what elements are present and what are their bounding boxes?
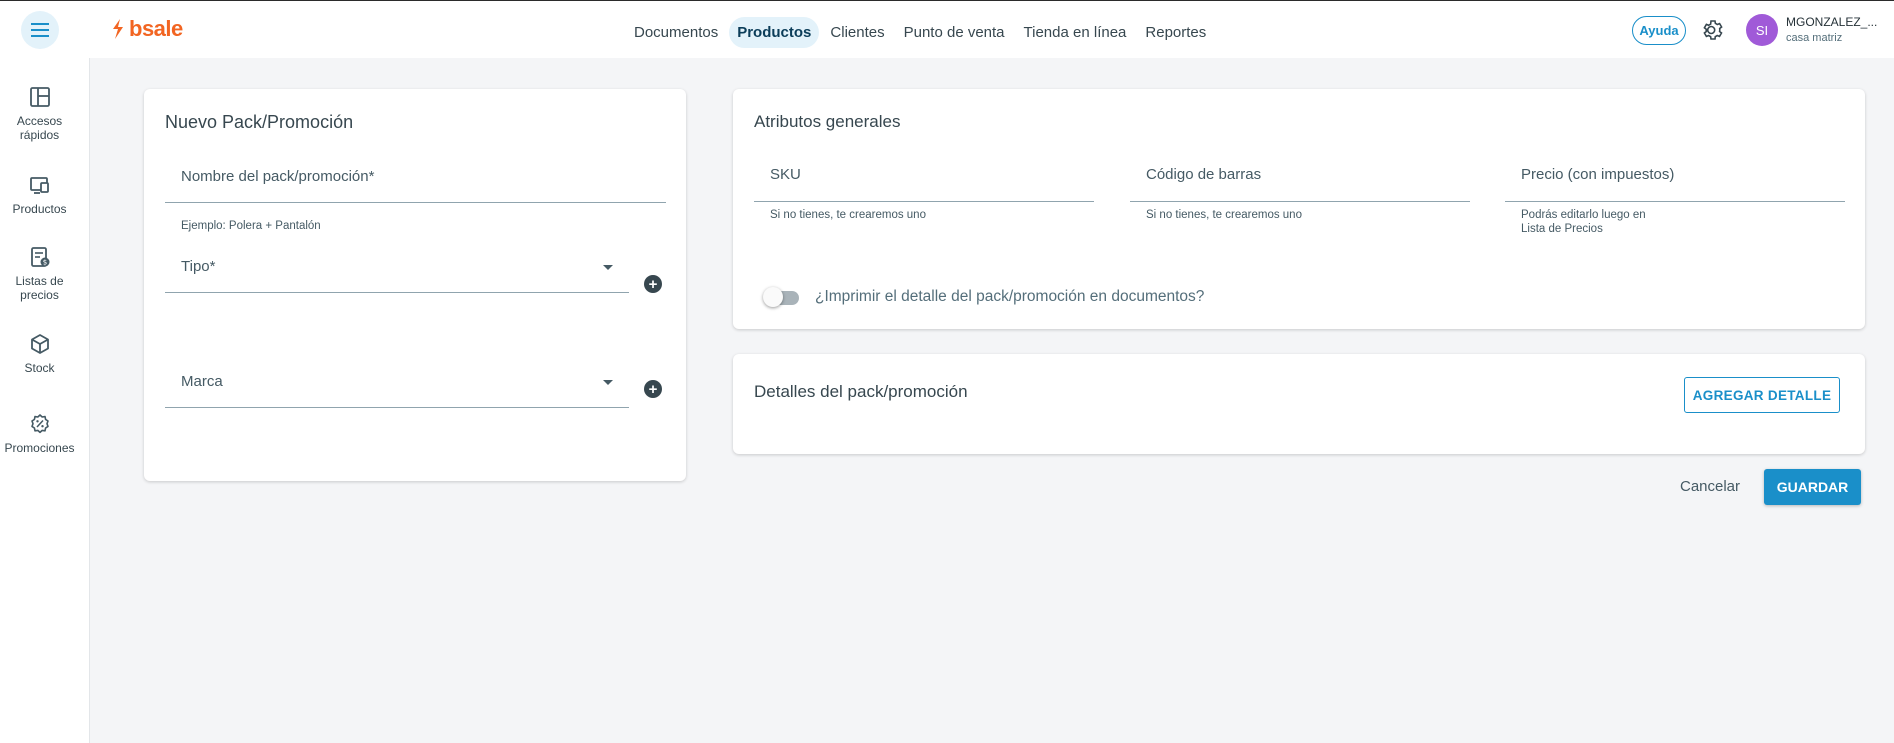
logo-text: bsale: [129, 16, 183, 41]
print-detail-toggle-label: ¿Imprimir el detalle del pack/promoción …: [815, 288, 1205, 305]
user-avatar[interactable]: SI: [1746, 14, 1778, 46]
sku-label: SKU: [770, 166, 801, 183]
add-type-plus-icon[interactable]: +: [644, 275, 662, 293]
svg-text:$: $: [42, 259, 46, 267]
sidebar-item-productos[interactable]: Productos: [0, 174, 79, 216]
brand-label: Marca: [181, 373, 223, 390]
sidebar-label: Listas de precios: [15, 274, 64, 302]
main-navigation: Documentos Productos Clientes Punto de v…: [626, 17, 1217, 48]
toggle-knob: [763, 287, 783, 307]
barcode-field[interactable]: Código de barras: [1130, 166, 1470, 202]
print-detail-toggle[interactable]: [763, 287, 799, 307]
bsale-logo-mark-icon: [113, 19, 123, 39]
save-button[interactable]: GUARDAR: [1764, 469, 1861, 505]
nav-documentos[interactable]: Documentos: [626, 17, 726, 48]
sidebar-label: Productos: [12, 202, 67, 216]
pack-info-card: Nuevo Pack/Promoción Nombre del pack/pro…: [144, 89, 686, 481]
nav-productos[interactable]: Productos: [729, 17, 820, 48]
sidebar-item-accesos-rapidos[interactable]: Accesos rápidos: [0, 86, 79, 142]
user-name: MGONZALEZ_...: [1786, 15, 1878, 29]
sidebar-label: Accesos rápidos: [16, 114, 63, 142]
sidebar-label: Promociones: [4, 441, 75, 455]
sidebar-label: Stock: [24, 361, 55, 375]
pack-name-label: Nombre del pack/promoción*: [181, 168, 375, 185]
chevron-down-icon: [603, 265, 613, 270]
details-card-title: Detalles del pack/promoción: [754, 382, 968, 401]
nav-tienda-en-linea[interactable]: Tienda en línea: [1016, 17, 1135, 48]
price-list-icon: $: [30, 247, 49, 267]
price-label: Precio (con impuestos): [1521, 166, 1675, 183]
hamburger-menu-icon: [31, 23, 49, 37]
sku-helper: Si no tienes, te crearemos uno: [770, 209, 926, 221]
type-select[interactable]: Tipo*: [165, 258, 629, 293]
stock-box-icon: [30, 334, 49, 354]
nav-punto-de-venta[interactable]: Punto de venta: [896, 17, 1013, 48]
brand-select[interactable]: Marca: [165, 373, 629, 408]
sidebar-item-promociones[interactable]: Promociones: [0, 413, 79, 455]
barcode-label: Código de barras: [1146, 166, 1262, 183]
sku-field[interactable]: SKU: [754, 166, 1094, 202]
pack-name-field[interactable]: Nombre del pack/promoción*: [165, 168, 666, 203]
bsale-logo[interactable]: bsale: [111, 16, 183, 41]
menu-toggle-button[interactable]: [21, 11, 59, 49]
sidebar-item-stock[interactable]: Stock: [0, 333, 79, 375]
price-field[interactable]: Precio (con impuestos): [1505, 166, 1845, 202]
add-detail-button[interactable]: AGREGAR DETALLE: [1684, 377, 1840, 413]
dashboard-icon: [29, 87, 50, 107]
user-branch: casa matriz: [1786, 32, 1843, 44]
nav-reportes[interactable]: Reportes: [1137, 17, 1214, 48]
help-button[interactable]: Ayuda: [1632, 16, 1686, 45]
products-icon: [29, 177, 49, 194]
attributes-card-title: Atributos generales: [754, 112, 901, 131]
user-info[interactable]: MGONZALEZ_... casa matriz: [1786, 15, 1886, 44]
barcode-helper: Si no tienes, te crearemos uno: [1146, 209, 1302, 221]
type-label: Tipo*: [181, 258, 216, 275]
settings-gear-icon[interactable]: [1701, 18, 1725, 42]
sidebar-item-listas-de-precios[interactable]: $ Listas de precios: [0, 246, 79, 302]
chevron-down-icon: [603, 380, 613, 385]
nav-clientes[interactable]: Clientes: [822, 17, 892, 48]
cancel-button[interactable]: Cancelar: [1674, 470, 1746, 502]
promotion-icon: [30, 414, 49, 434]
add-brand-plus-icon[interactable]: +: [644, 380, 662, 398]
sidebar: Accesos rápidos Productos $ Listas de prec…: [0, 58, 90, 743]
top-bar: bsale Documentos Productos Clientes Punt…: [0, 0, 1894, 58]
pack-card-title: Nuevo Pack/Promoción: [165, 112, 354, 132]
price-helper: Podrás editarlo luego en Lista de Precios: [1521, 209, 1646, 235]
pack-name-helper: Ejemplo: Polera + Pantalón: [181, 220, 321, 232]
